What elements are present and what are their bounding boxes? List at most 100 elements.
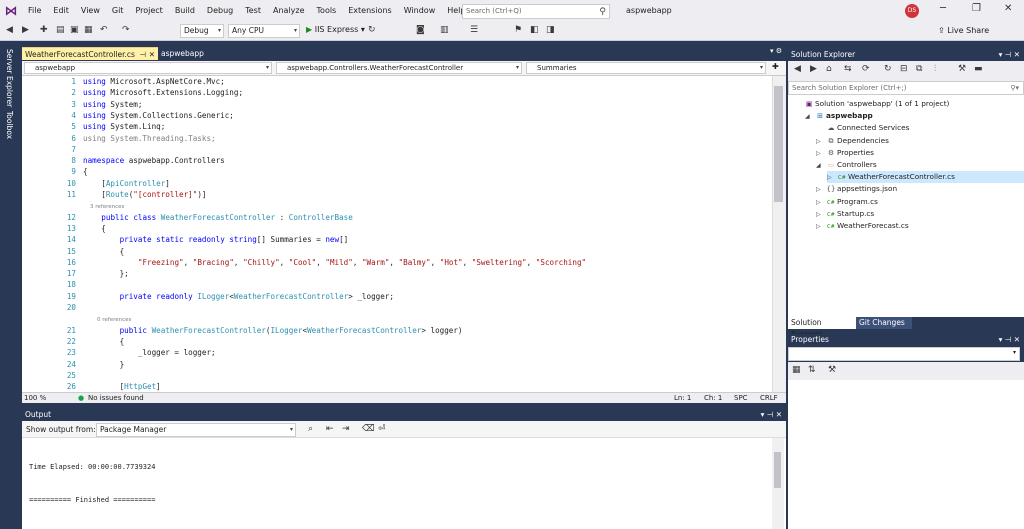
editor-scroll-thumb[interactable]: [774, 86, 783, 202]
menu-test[interactable]: Test: [239, 0, 267, 22]
code-line[interactable]: 12 public class WeatherForecastControlle…: [22, 212, 772, 223]
bookmark-prev-icon[interactable]: ◧: [530, 25, 539, 35]
menu-analyze[interactable]: Analyze: [267, 0, 311, 22]
code-line[interactable]: 5 using System.Linq;: [22, 121, 772, 132]
search-input[interactable]: Search (Ctrl+Q) ⚲: [462, 4, 610, 19]
save-icon[interactable]: ▣: [70, 25, 79, 35]
menu-project[interactable]: Project: [129, 0, 168, 22]
code-line[interactable]: 22 {: [22, 336, 772, 347]
search-icon[interactable]: ⚲▾: [1010, 82, 1019, 94]
forward-icon[interactable]: ▶: [22, 25, 29, 35]
home-icon[interactable]: ⌂: [826, 64, 832, 74]
code-line[interactable]: 26 [HttpGet]: [22, 381, 772, 392]
tree-item[interactable]: ▷ ⚙ Properties: [816, 147, 874, 159]
menu-file[interactable]: File: [22, 0, 47, 22]
code-line[interactable]: 24 }: [22, 359, 772, 370]
server-explorer-tab[interactable]: Server Explorer: [5, 49, 14, 107]
find-icon[interactable]: ⌕: [308, 424, 313, 434]
show-all-files-icon[interactable]: ⧉: [916, 64, 922, 74]
code-line[interactable]: 3 using System;: [22, 99, 772, 110]
tree-item[interactable]: ▣ Solution 'aspwebapp' (1 of 1 project): [794, 98, 950, 110]
code-line[interactable]: 18: [22, 279, 772, 290]
line-ending[interactable]: CRLF: [760, 393, 778, 404]
code-line[interactable]: 10 [ApiController]: [22, 178, 772, 189]
expander-icon[interactable]: ▷: [816, 221, 825, 233]
tab-aspwebapp[interactable]: aspwebapp: [158, 47, 234, 60]
code-line[interactable]: 17 };: [22, 268, 772, 279]
forward-icon[interactable]: ▶: [810, 64, 817, 74]
back-icon[interactable]: ◀: [6, 25, 13, 35]
back-icon[interactable]: ◀: [794, 64, 801, 74]
word-wrap-icon[interactable]: ⏎: [378, 424, 386, 434]
screenshot-icon[interactable]: ◙: [416, 25, 425, 35]
save-all-icon[interactable]: ▦: [84, 25, 93, 35]
properties-controls-icon[interactable]: ▾ ⊣ ✕: [999, 334, 1020, 346]
sync-icon[interactable]: ↻: [884, 64, 892, 74]
close-tab-icon[interactable]: ✕: [149, 48, 155, 61]
solution-explorer-controls-icon[interactable]: ▾ ⊣ ✕: [999, 49, 1020, 61]
expander-icon[interactable]: ◢: [816, 160, 825, 172]
code-line[interactable]: 19 private readonly ILogger<WeatherForec…: [22, 291, 772, 302]
property-pages-icon[interactable]: ⚒: [828, 365, 836, 375]
code-line[interactable]: 11 [Route("[controller]")]: [22, 189, 772, 200]
tree-item[interactable]: ☁ Connected Services: [816, 122, 910, 134]
code-line[interactable]: 21 public WeatherForecastController(ILog…: [22, 325, 772, 336]
tree-item[interactable]: ▷ C# WeatherForecastController.cs: [827, 171, 1024, 184]
menu-tools[interactable]: Tools: [311, 0, 343, 22]
expander-icon[interactable]: ◢: [805, 111, 814, 123]
browser-icon[interactable]: ▥: [440, 25, 449, 35]
run-button[interactable]: ▶ IIS Express ▾: [306, 25, 365, 34]
properties-object-dropdown[interactable]: ▾: [788, 347, 1020, 361]
code-line[interactable]: 25: [22, 370, 772, 381]
tree-item[interactable]: ▷ ⧉ Dependencies: [816, 135, 889, 147]
tree-item[interactable]: ▷ C# Startup.cs: [816, 208, 874, 220]
refresh-icon[interactable]: ↻: [368, 25, 376, 35]
wrench-icon[interactable]: ⚒: [958, 64, 966, 74]
avatar[interactable]: DS: [905, 4, 919, 18]
code-editor[interactable]: 1 using Microsoft.AspNetCore.Mvc; 2 using M…: [22, 76, 786, 392]
collapse-all-icon[interactable]: ⊟: [900, 64, 908, 74]
alphabetical-icon[interactable]: ⇅: [808, 365, 816, 375]
tree-item[interactable]: ▷ C# WeatherForecast.cs: [816, 220, 909, 232]
code-line[interactable]: 15 {: [22, 246, 772, 257]
menu-build[interactable]: Build: [169, 0, 201, 22]
menu-view[interactable]: View: [75, 0, 106, 22]
output-scroll-thumb[interactable]: [774, 452, 781, 488]
output-panel-controls-icon[interactable]: ▾ ⊣ ✕: [761, 409, 782, 421]
minimize-icon[interactable]: ─: [940, 3, 946, 14]
live-share-button[interactable]: ⇪ Live Share: [938, 26, 989, 35]
code-line[interactable]: 16 "Freezing", "Bracing", "Chilly", "Coo…: [22, 257, 772, 268]
output-text[interactable]: Time Elapsed: 00:00:00.7739324 =========…: [22, 438, 786, 529]
project-dropdown[interactable]: aspwebapp ▾: [24, 62, 272, 74]
prev-message-icon[interactable]: ⇤: [326, 424, 334, 434]
filter-icon[interactable]: ⫶: [934, 64, 936, 74]
preview-icon[interactable]: ▬: [974, 64, 983, 74]
menu-debug[interactable]: Debug: [201, 0, 239, 22]
platform-dropdown[interactable]: Any CPU ▾: [228, 24, 300, 38]
menu-extensions[interactable]: Extensions: [342, 0, 397, 22]
bookmark-next-icon[interactable]: ◨: [546, 25, 555, 35]
code-line[interactable]: 13 {: [22, 223, 772, 234]
tree-item[interactable]: ◢ ⊞ aspwebapp: [805, 110, 873, 122]
open-folder-icon[interactable]: ▤: [56, 25, 65, 35]
issues-status[interactable]: No issues found: [88, 393, 144, 404]
pending-changes-icon[interactable]: ⟳: [862, 64, 870, 74]
tab-overflow-icon[interactable]: ▾ ⚙: [770, 47, 782, 55]
tab-git-changes[interactable]: Git Changes: [856, 317, 912, 329]
menu-edit[interactable]: Edit: [47, 0, 75, 22]
output-source-dropdown[interactable]: Package Manager ▾: [96, 423, 296, 437]
configuration-dropdown[interactable]: Debug ▾: [180, 24, 224, 38]
tree-item[interactable]: ◢ ▭ Controllers: [816, 159, 877, 171]
code-line[interactable]: 23 _logger = logger;: [22, 347, 772, 358]
clear-all-icon[interactable]: ⌫: [362, 424, 375, 434]
code-line[interactable]: 6 using System.Threading.Tasks;: [22, 133, 772, 144]
redo-icon[interactable]: ↷: [122, 25, 130, 35]
split-icon[interactable]: ✚: [772, 62, 779, 71]
search-icon[interactable]: ⚲: [599, 6, 606, 19]
code-line[interactable]: 7: [22, 144, 772, 155]
align-icon[interactable]: ☰: [470, 25, 478, 35]
code-line[interactable]: 9{: [22, 166, 772, 177]
code-line[interactable]: 1 using Microsoft.AspNetCore.Mvc;: [22, 76, 772, 87]
code-line[interactable]: 20: [22, 302, 772, 313]
tab-solution-explorer[interactable]: Solution Explorer: [788, 317, 856, 339]
